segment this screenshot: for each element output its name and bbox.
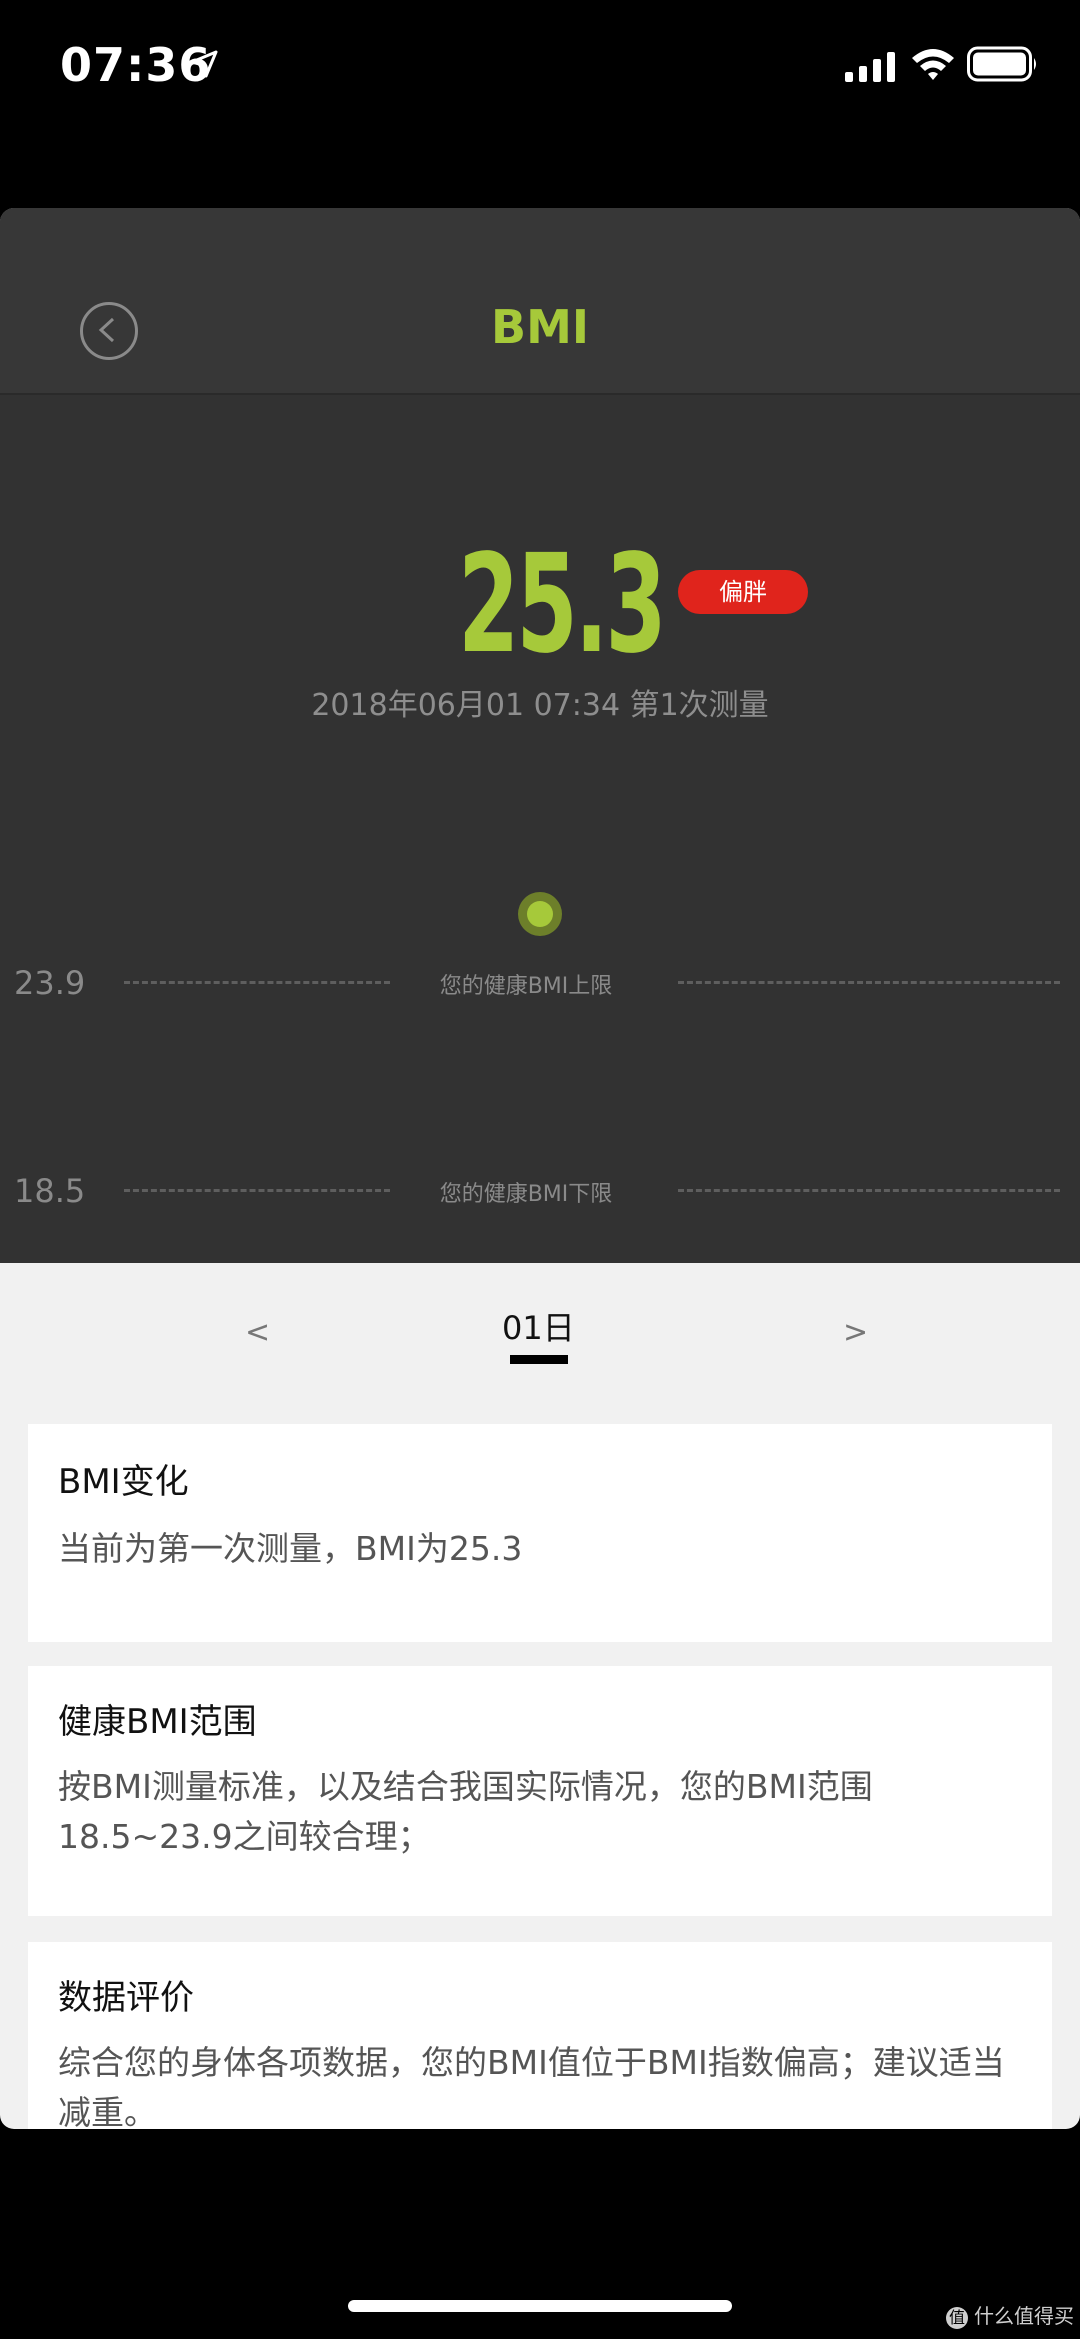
watermark-logo-icon: 值 (946, 2306, 968, 2329)
nav-bar: BMI (0, 208, 1080, 395)
measure-info: 2018年06月01 07:34 第1次测量 (311, 688, 769, 723)
prev-date-button[interactable]: < (245, 1315, 270, 1350)
tab-underline (510, 1355, 568, 1364)
upper-limit-line-right (678, 981, 1060, 984)
battery-icon (967, 46, 1036, 82)
card-title: 健康BMI范围 (58, 1702, 257, 1742)
data-evaluation-card: 数据评价 综合您的身体各项数据，您的BMI值位于BMI指数偏高；建议适当减重。 (28, 1942, 1052, 2129)
home-indicator (348, 2300, 732, 2312)
next-date-button[interactable]: > (843, 1315, 868, 1350)
card-title: 数据评价 (58, 1978, 194, 2018)
lower-limit-line-left (124, 1189, 390, 1192)
card-body: 按BMI测量标准，以及结合我国实际情况，您的BMI范围18.5~23.9之间较合… (58, 1767, 873, 1856)
bmi-change-card: BMI变化 当前为第一次测量，BMI为25.3 (28, 1424, 1052, 1642)
bmi-marker-dot (518, 892, 562, 936)
screen: 07:36 BMI 25.3 偏胖 2018年06月01 07:34 第1次测量… (0, 0, 1080, 2339)
upper-limit-value: 23.9 (14, 964, 86, 1002)
location-arrow-icon (190, 50, 218, 78)
lower-limit-label: 您的健康BMI下限 (439, 1182, 613, 1207)
bmi-value: 25.3 (458, 526, 667, 684)
lower-limit-line-right (678, 1189, 1060, 1192)
upper-limit-label: 您的健康BMI上限 (439, 974, 613, 999)
wifi-icon (912, 49, 954, 80)
status-bar: 07:36 (0, 0, 1080, 130)
card-body: 综合您的身体各项数据，您的BMI值位于BMI指数偏高；建议适当减重。 (58, 2043, 1005, 2129)
app-panel: BMI 25.3 偏胖 2018年06月01 07:34 第1次测量 23.9 … (0, 208, 1080, 2129)
bmi-chart-area: BMI 25.3 偏胖 2018年06月01 07:34 第1次测量 23.9 … (0, 208, 1080, 1263)
card-body: 当前为第一次测量，BMI为25.3 (58, 1529, 523, 1568)
watermark: 值什么值得买 (946, 2300, 1074, 2329)
healthy-range-card: 健康BMI范围 按BMI测量标准，以及结合我国实际情况，您的BMI范围18.5~… (28, 1666, 1052, 1916)
page-title: BMI (491, 300, 589, 354)
signal-icon (845, 52, 895, 82)
date-tabs: < 01日 > (0, 1263, 1080, 1413)
tab-current-date[interactable]: 01日 (502, 1303, 575, 1349)
card-title: BMI变化 (58, 1462, 189, 1502)
upper-limit-line-left (124, 981, 390, 984)
status-badge: 偏胖 (678, 570, 808, 614)
lower-limit-value: 18.5 (14, 1172, 86, 1210)
watermark-text: 什么值得买 (974, 2304, 1074, 2328)
